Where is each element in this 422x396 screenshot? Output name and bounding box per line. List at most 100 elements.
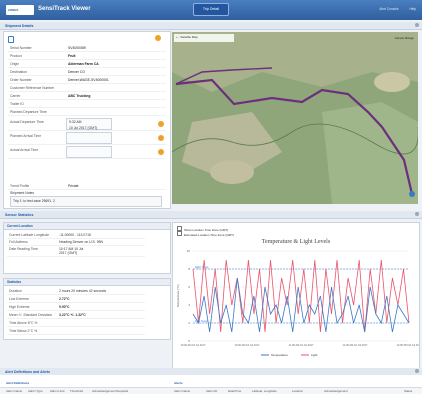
clock-icon[interactable] [158, 135, 164, 141]
column-header[interactable]: Alarm ID [206, 389, 217, 393]
shipment-notes-field[interactable]: Trip 1: to test case 25691. 2 [10, 196, 162, 207]
chart-option[interactable]: Estimated Location Time Zone (GMT) [177, 231, 234, 237]
column-header[interactable]: Alarm Name [6, 389, 22, 393]
series-line-light [192, 259, 410, 333]
field-value: ABC Trucking [68, 93, 91, 98]
statistics-row: Low Extreme 2.72°C [7, 296, 145, 303]
chart-option-label: Estimated Location Time Zone (GMT) [184, 233, 235, 237]
statistics-row: High Extreme 9.90°C [7, 304, 145, 311]
trip-detail-button[interactable]: Trip Detail [193, 3, 229, 16]
legend-label[interactable]: Light [311, 353, 318, 357]
field-label: Actual Departure Time [10, 119, 44, 124]
column-header[interactable]: Alarm Type [28, 389, 43, 393]
gear-icon[interactable] [415, 212, 419, 216]
y-tick-label: 8 [188, 267, 190, 271]
stat-label: Time Above 8°C % [9, 321, 38, 325]
column-header[interactable]: Acknowledgement [324, 389, 348, 393]
temperature-light-chart-panel: Show Location Time Zone (GMT) Estimated … [172, 222, 420, 370]
field-label: Carrier [10, 93, 21, 98]
legend-label[interactable]: Temperature [271, 353, 288, 357]
field-label: Planned Departure Time [10, 109, 47, 114]
shipment-field-row: Customer Reference Number [8, 84, 166, 92]
field-label: Product [10, 53, 22, 58]
shipment-time-row: Actual Arrival Time [8, 146, 166, 159]
column-header[interactable]: Date/Time [228, 389, 241, 393]
location-row: Full Address Heading Denver on U.S. 95N [7, 239, 145, 246]
y-tick-label: 2 [188, 321, 190, 325]
time-zone [67, 135, 111, 137]
y-tick-label: 4 [188, 303, 190, 307]
field-label: Customer Reference Number [10, 85, 55, 90]
map-svg [172, 32, 418, 204]
field-value: SV4000089 [68, 45, 86, 50]
clock-icon[interactable] [158, 149, 164, 155]
shipment-field-row: Trailer ID [8, 100, 166, 108]
map-toolbar[interactable]: + - Satellite Map [176, 35, 198, 39]
statistics-panel: Statistics Duration 2 hours 20 minutes 42… [3, 278, 171, 340]
x-tick-label: 10:30 AM 10 Jul 2017 [234, 343, 260, 347]
field-label: Order Number [10, 77, 32, 82]
column-header[interactable]: Alarm Name [174, 389, 190, 393]
field-label: Actual Arrival Time [10, 147, 39, 152]
location-value: -11.00000 - 113.0715 [59, 233, 91, 237]
location-label: Date Reading Time [9, 247, 39, 251]
shipment-time-row: Planned Arrival Time [8, 132, 166, 145]
column-header[interactable]: Acknowledgement Required [92, 389, 128, 393]
stat-label: Mean +/- Standard Deviation [9, 313, 53, 317]
y-axis-label: Temperature (°C) [176, 284, 180, 307]
alert-console-link[interactable]: Alert Console [379, 7, 398, 11]
column-header[interactable]: Status [404, 389, 412, 393]
time-field[interactable] [66, 146, 112, 158]
trend-profile-value: Private [68, 183, 79, 188]
field-value: Fruit [68, 53, 76, 58]
shipment-notes-text: Trip 1: to test case 25691. 2 [13, 199, 55, 203]
column-header[interactable]: Threshold [70, 389, 83, 393]
location-label: Full Address [9, 240, 28, 244]
shipment-panel: Serial Number SV4000089 Product Fruit Origin… [3, 31, 171, 209]
statistics-row: Mean +/- Standard Deviation 3.22°C +/- 1.… [7, 312, 145, 319]
flag-icon [8, 36, 14, 43]
location-row: Date Reading Time 10:17 AM 10 Jul 2017 (G… [7, 246, 145, 257]
shipment-field-row: Origin Alderman Farm CA [8, 60, 166, 68]
current-location-title: Current Location [7, 224, 33, 228]
x-tick-label: 11:30 AM 10 Jul 2017 [343, 343, 368, 347]
time-field[interactable] [66, 132, 112, 144]
field-label: Serial Number [10, 45, 32, 50]
logo-text: ZONEX [8, 8, 19, 12]
alerts-section-title: Alert Definitions and Alerts [5, 369, 50, 374]
y-tick-label: 6 [188, 285, 190, 289]
app-logo[interactable]: ZONEX [6, 5, 34, 15]
stat-value: 9.90°C [59, 305, 70, 309]
edit-icon[interactable] [155, 35, 161, 41]
location-value: Heading Denver on U.S. 95N [59, 240, 103, 244]
shipment-field-row: Order Number Denver,WAGE-SV4000001 [8, 76, 166, 84]
alert-definitions-title: Alert Definitions [6, 381, 30, 385]
time-field[interactable]: 9:32 AM 10 Jul 2017 (GMT) [66, 118, 112, 130]
route-map[interactable]: + - Satellite Map Carson Range [172, 32, 418, 204]
shipment-field-row: Product Fruit [8, 52, 166, 60]
statistics-header: Statistics [4, 279, 170, 286]
chart-svg: 0246810Temperature (°C)High TempLow Temp… [176, 249, 419, 357]
field-label: Destination [10, 69, 27, 74]
location-row: Current Latitude Longitude -11.00000 - 11… [7, 232, 145, 239]
gear-icon[interactable] [415, 23, 419, 27]
gear-icon[interactable] [415, 369, 419, 373]
column-header[interactable]: Location [292, 389, 303, 393]
alerts-table: Alert Definitions Alerts Alarm Name Alarm… [0, 375, 422, 396]
sensor-section-bar: Sensor Statistics [0, 211, 422, 219]
stat-value: 3.22°C +/- 1.32°C [59, 313, 86, 317]
field-label: Planned Arrival Time [10, 133, 42, 138]
field-value: Denver CO [68, 69, 85, 74]
clock-icon[interactable] [158, 121, 164, 127]
column-header[interactable]: Latitude, Longitude [252, 389, 277, 393]
time-zone: 10 Jul 2017 (GMT) [69, 126, 98, 130]
chart-title: Temperature & Light Levels [261, 239, 331, 245]
stat-label: Duration [9, 289, 22, 293]
x-tick-label: 12:00 PM 10 Jul 2017 [396, 343, 419, 347]
shipment-section-title: Shipment Details [5, 23, 34, 28]
field-value: Denver,WAGE-SV4000001 [68, 77, 109, 82]
statistics-row: Duration 2 hours 20 minutes 42 seconds [7, 288, 145, 295]
column-header[interactable]: Alarm Limit [50, 389, 64, 393]
help-link[interactable]: Help [409, 7, 416, 11]
location-label: Current Latitude Longitude [9, 233, 50, 237]
